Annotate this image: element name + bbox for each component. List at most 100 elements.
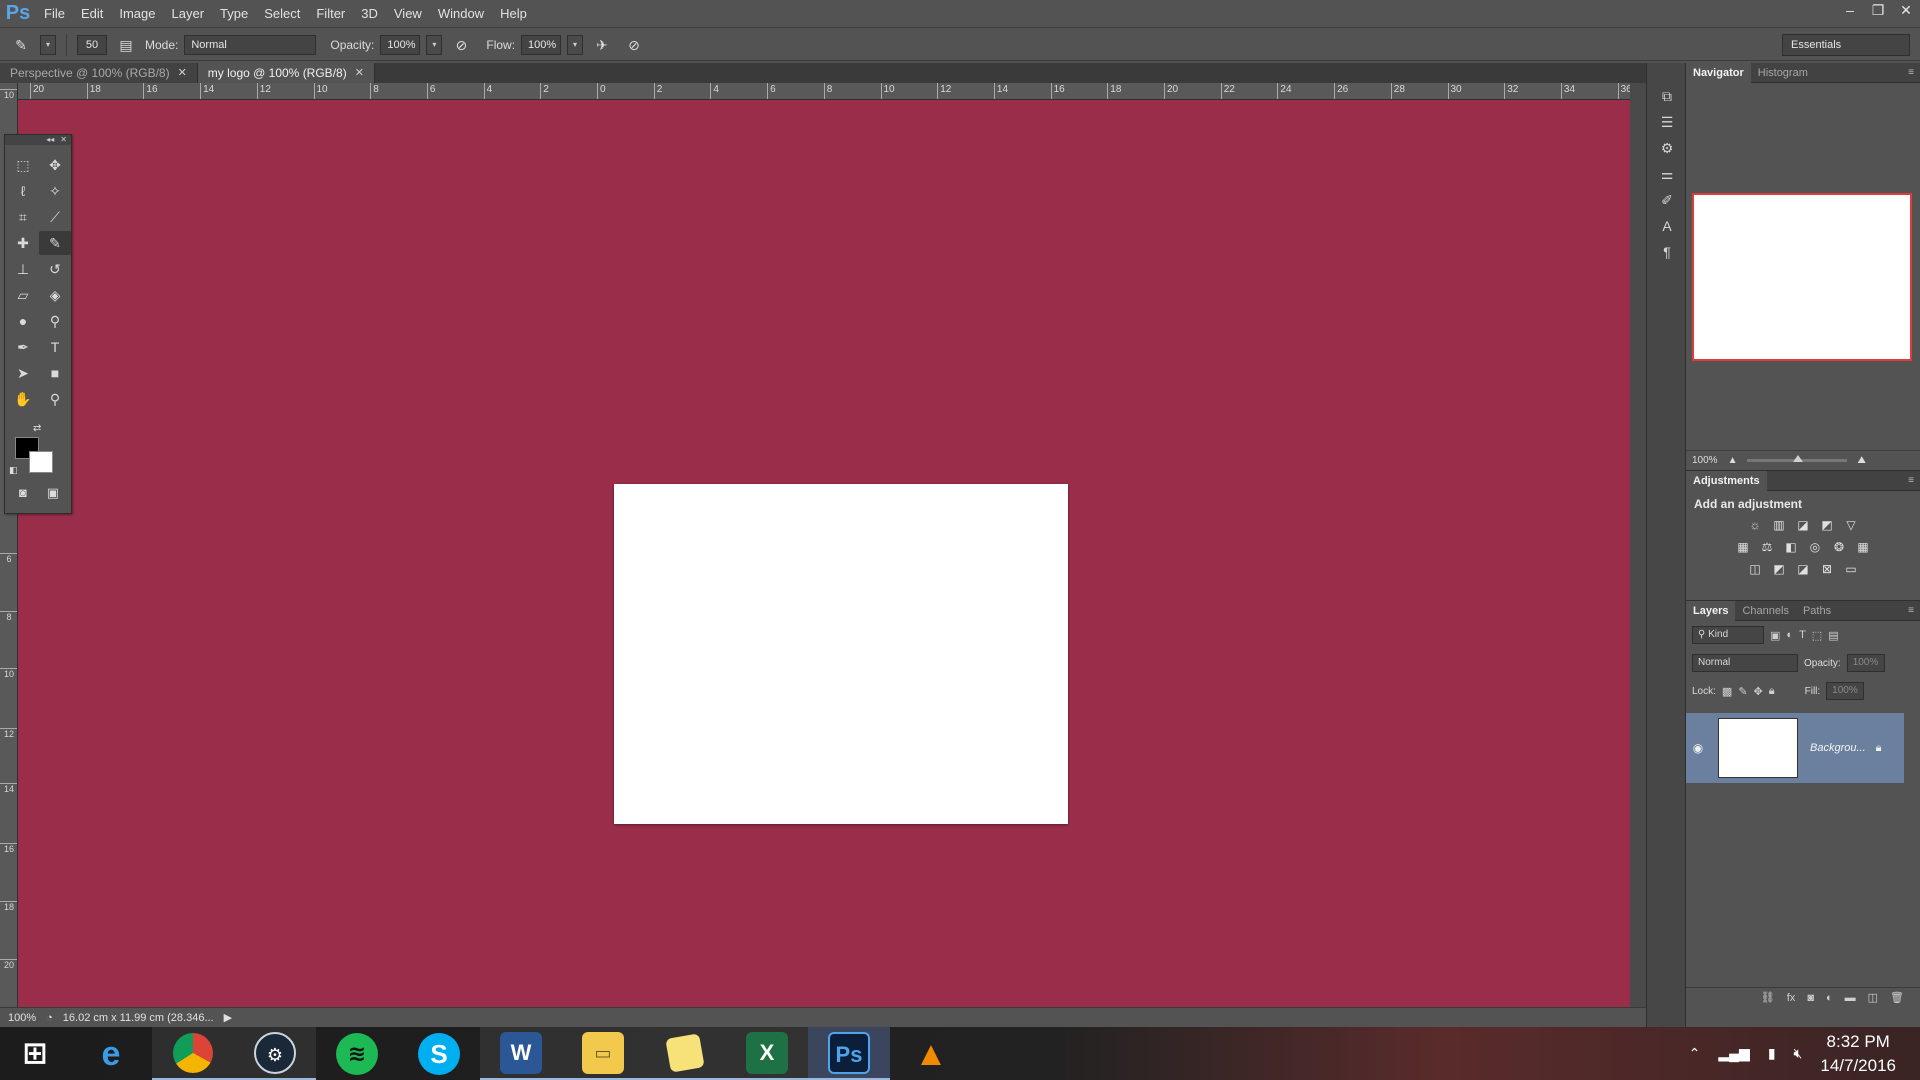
filter-type-icon[interactable]: T [1799, 629, 1806, 641]
menu-filter[interactable]: Filter [308, 0, 353, 28]
pen-tool-icon[interactable]: ✒ [7, 335, 39, 359]
airbrush-icon[interactable]: ✈ [589, 33, 615, 57]
panel-menu-icon[interactable]: ≡ [1908, 471, 1920, 490]
color-lookup-icon[interactable]: ▦ [1855, 539, 1871, 555]
brush-preset-icon[interactable]: ✎ [8, 33, 34, 57]
gradient-map-icon[interactable]: ▭ [1843, 561, 1859, 577]
history-icon[interactable]: ⧉ [1647, 83, 1687, 109]
menu-view[interactable]: View [386, 0, 430, 28]
selective-color-icon[interactable]: ⊠ [1819, 561, 1835, 577]
network-icon[interactable]: ▂▄▆ [1718, 1045, 1749, 1062]
link-layers-icon[interactable]: ⛓ [1761, 991, 1775, 1004]
hand-tool-icon[interactable]: ✋ [7, 387, 39, 411]
zoom-in-icon[interactable]: ⛰ [1857, 455, 1865, 466]
doc-tab-perspective[interactable]: Perspective @ 100% (RGB/8) ✕ [0, 63, 198, 83]
character-icon[interactable]: A [1647, 213, 1687, 239]
tab-channels[interactable]: Channels [1735, 601, 1795, 621]
close-button[interactable]: ✕ [1892, 0, 1920, 22]
filter-smart-object-icon[interactable]: ▤ [1828, 629, 1838, 642]
taskbar-spotify[interactable]: ≋ [316, 1027, 398, 1080]
curves-icon[interactable]: ◪ [1795, 517, 1811, 533]
quick-select-tool-icon[interactable]: ✧ [39, 179, 71, 203]
photo-filter-icon[interactable]: ◎ [1807, 539, 1823, 555]
filter-shape-icon[interactable]: ⬚ [1812, 629, 1822, 642]
layer-opacity-field[interactable]: 100% [1846, 654, 1885, 672]
close-icon[interactable]: ✕ [60, 135, 67, 145]
properties-icon[interactable]: ⚙ [1647, 135, 1687, 161]
panel-menu-icon[interactable]: ≡ [1908, 63, 1920, 82]
taskbar-internet-explorer[interactable]: e [70, 1027, 152, 1080]
lock-pixels-icon[interactable]: ✎ [1738, 685, 1747, 698]
crop-tool-icon[interactable]: ⌗ [7, 205, 39, 229]
new-adjustment-layer-icon[interactable]: ◐ [1826, 992, 1833, 1004]
volume-muted-icon[interactable]: 🔇︎ [1794, 1045, 1803, 1062]
restore-button[interactable]: ❐ [1864, 0, 1892, 22]
pressure-size-icon[interactable]: ⊘ [621, 33, 647, 57]
filter-pixel-icon[interactable]: ▣ [1770, 629, 1780, 642]
channel-mixer-icon[interactable]: ❂ [1831, 539, 1847, 555]
new-group-icon[interactable]: ▬ [1845, 992, 1856, 1004]
new-layer-icon[interactable]: ◫ [1868, 991, 1878, 1004]
document-canvas[interactable] [614, 484, 1068, 824]
pressure-opacity-icon[interactable]: ⊘ [448, 33, 474, 57]
black-white-icon[interactable]: ◧ [1783, 539, 1799, 555]
tab-adjustments[interactable]: Adjustments [1686, 471, 1767, 491]
menu-3d[interactable]: 3D [353, 0, 386, 28]
close-icon[interactable]: ✕ [355, 63, 364, 83]
battery-icon[interactable]: ▮ [1768, 1045, 1776, 1062]
panel-menu-icon[interactable]: ≡ [1908, 601, 1920, 620]
tab-navigator[interactable]: Navigator [1686, 63, 1751, 83]
posterize-icon[interactable]: ◩ [1771, 561, 1787, 577]
lock-transparency-icon[interactable]: ▩ [1722, 685, 1732, 698]
swap-colors-icon[interactable]: ⇄ [33, 423, 41, 434]
brightness-icon[interactable]: ☼ [1747, 517, 1763, 533]
brush-preset-dropdown[interactable]: ▾ [40, 34, 56, 55]
workspace-select[interactable]: Essentials [1782, 34, 1910, 56]
background-color-swatch[interactable] [29, 451, 53, 473]
start-button[interactable]: ⊞ [0, 1027, 70, 1080]
layer-name[interactable]: Backgrou... [1810, 742, 1866, 754]
taskbar-file-explorer[interactable]: ▭ [562, 1027, 644, 1080]
menu-layer[interactable]: Layer [164, 0, 213, 28]
taskbar-photoshop[interactable]: Ps [808, 1027, 890, 1080]
screen-mode-icon[interactable]: ▣ [47, 485, 59, 501]
menu-type[interactable]: Type [212, 0, 256, 28]
opacity-field[interactable]: 100% [380, 34, 421, 55]
type-tool-icon[interactable]: T [39, 335, 71, 359]
doc-tab-my-logo[interactable]: my logo @ 100% (RGB/8) ✕ [197, 63, 375, 83]
quick-mask-icon[interactable]: ◙ [19, 485, 27, 501]
navigator-zoom-value[interactable]: 100% [1692, 455, 1718, 466]
tab-layers[interactable]: Layers [1686, 601, 1736, 621]
taskbar-vlc[interactable]: ▲ [890, 1027, 972, 1080]
lock-position-icon[interactable]: ✥ [1754, 685, 1763, 698]
navigator-preview[interactable] [1692, 193, 1912, 361]
layer-row-background[interactable]: ◉ Backgrou... 🔒︎ [1686, 713, 1904, 783]
zoom-out-icon[interactable]: ▲ [1728, 455, 1738, 466]
menu-help[interactable]: Help [492, 0, 535, 28]
flow-field[interactable]: 100% [521, 34, 562, 55]
exposure-icon[interactable]: ◩ [1819, 517, 1835, 533]
dodge-tool-icon[interactable]: ⚲ [39, 309, 71, 333]
path-selection-tool-icon[interactable]: ➤ [7, 361, 39, 385]
hue-saturation-icon[interactable]: ▦ [1735, 539, 1751, 555]
taskbar-chrome[interactable] [152, 1027, 234, 1080]
levels-icon[interactable]: ▥ [1771, 517, 1787, 533]
taskbar-steam[interactable]: ⚙ [234, 1027, 316, 1080]
brush-panel-toggle-icon[interactable]: ▤ [113, 33, 139, 57]
opacity-dropdown[interactable]: ▾ [426, 34, 443, 55]
healing-brush-tool-icon[interactable]: ✚ [7, 231, 39, 255]
vibrance-icon[interactable]: ▽ [1843, 517, 1859, 533]
zoom-slider-knob[interactable] [1793, 455, 1804, 462]
minimize-button[interactable]: – [1836, 0, 1864, 22]
layer-blend-mode-select[interactable]: Normal [1692, 654, 1798, 672]
canvas-workspace[interactable] [18, 100, 1630, 1007]
zoom-tool-icon[interactable]: ⚲ [39, 387, 71, 411]
blur-tool-icon[interactable]: ● [7, 309, 39, 333]
filter-adjustment-icon[interactable]: ◐ [1786, 629, 1793, 641]
brush-presets-icon[interactable]: ✐ [1647, 187, 1687, 213]
tab-paths[interactable]: Paths [1796, 601, 1838, 621]
flow-dropdown[interactable]: ▾ [567, 34, 584, 55]
tools-panel-header[interactable]: ◂◂ ✕ [5, 135, 71, 145]
marquee-tool-icon[interactable]: ⬚ [7, 153, 39, 177]
menu-select[interactable]: Select [256, 0, 308, 28]
